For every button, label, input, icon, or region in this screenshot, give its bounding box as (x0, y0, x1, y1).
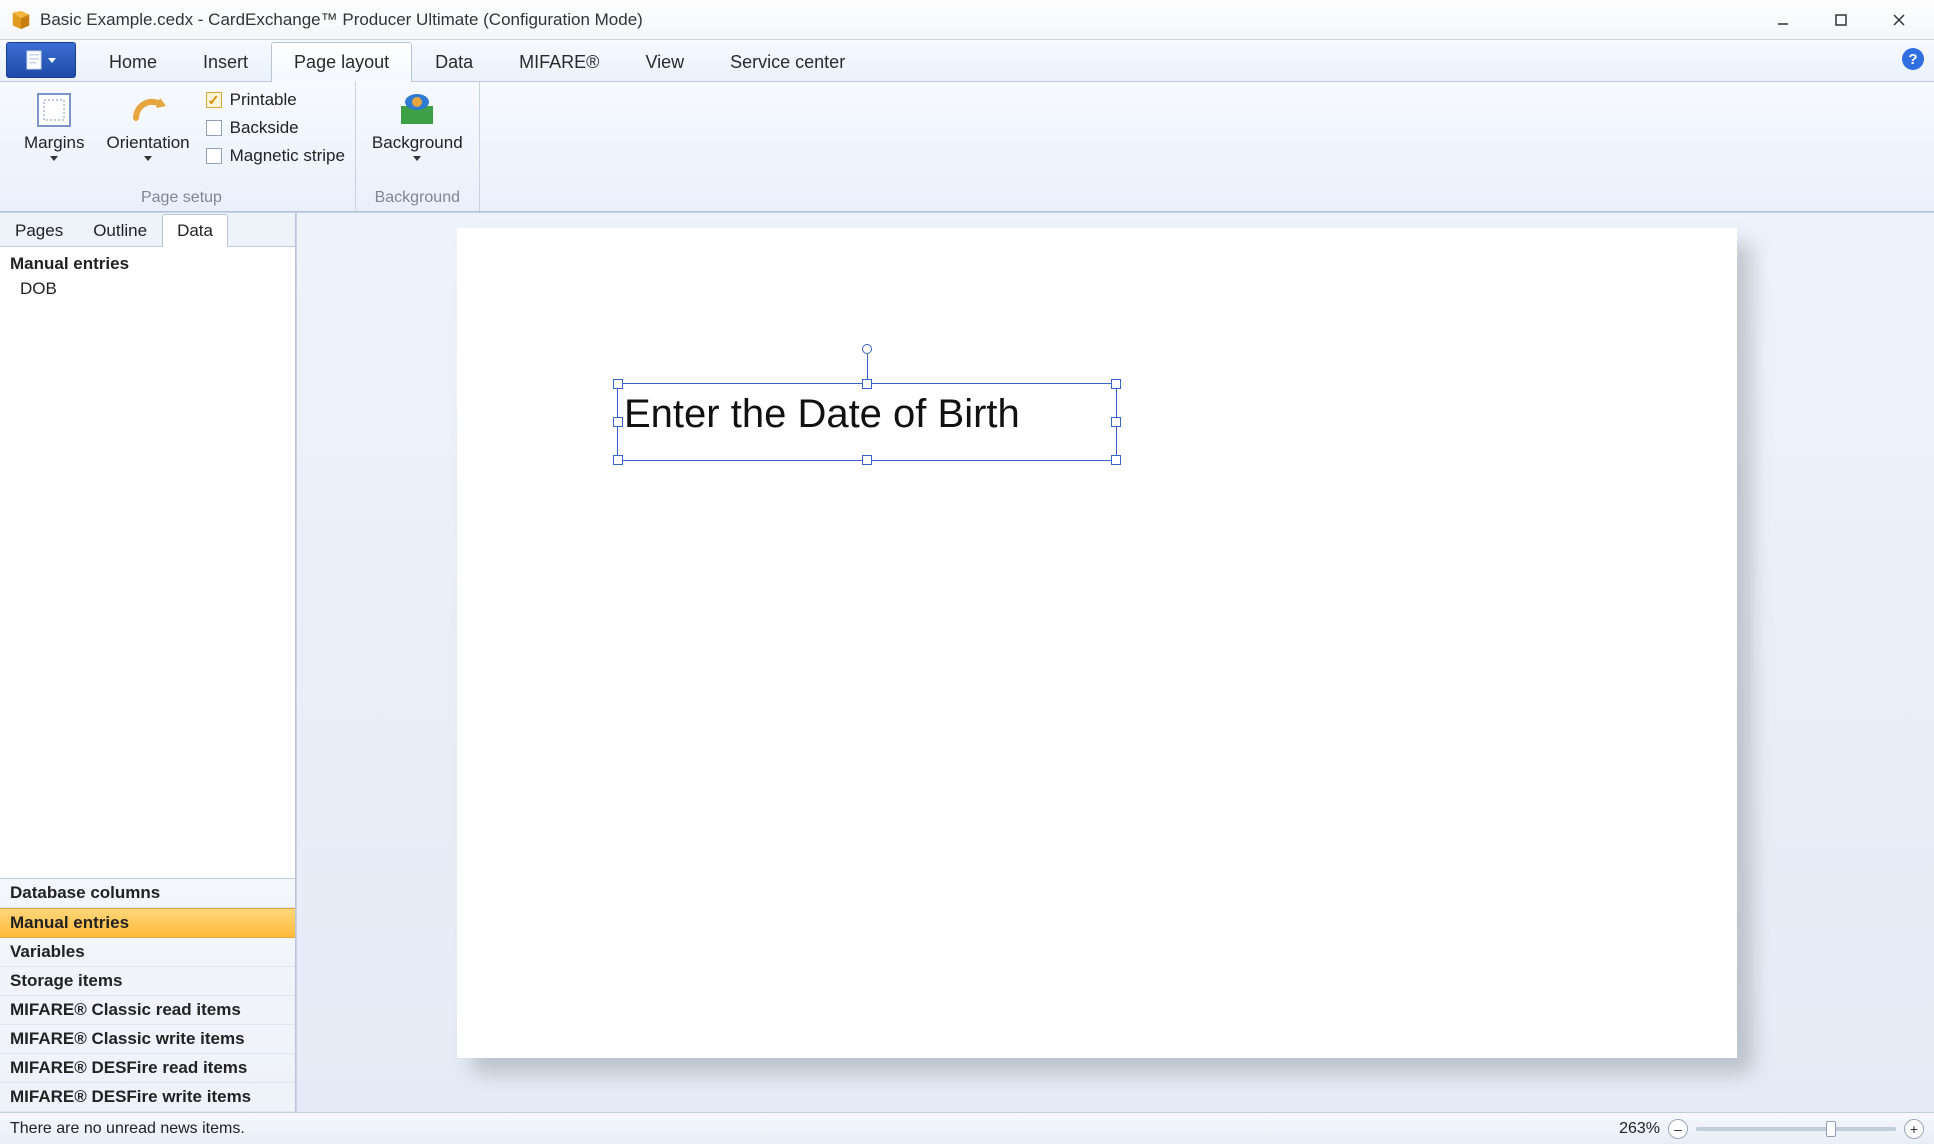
category-storage-items[interactable]: Storage items (0, 967, 295, 996)
margins-icon (32, 88, 76, 132)
printable-label: Printable (230, 90, 297, 110)
ribbon-tab-service-center[interactable]: Service center (707, 42, 868, 82)
page-icon (26, 50, 42, 70)
resize-handle-tr[interactable] (1111, 379, 1121, 389)
ribbon-tab-strip: Home Insert Page layout Data MIFARE® Vie… (0, 40, 1934, 82)
printable-checkbox[interactable]: Printable (206, 90, 345, 110)
left-tab-pages[interactable]: Pages (0, 214, 78, 247)
ribbon-group-page-setup: Margins Orientation Printable Backside (8, 82, 356, 211)
design-canvas[interactable]: Enter the Date of Birth (296, 213, 1934, 1112)
ribbon-group-background: Background Background (356, 82, 480, 211)
category-mifare-desfire-write[interactable]: MIFARE® DESFire write items (0, 1083, 295, 1112)
checkbox-icon (206, 92, 222, 108)
ribbon-tab-mifare[interactable]: MIFARE® (496, 42, 622, 82)
category-mifare-desfire-read[interactable]: MIFARE® DESFire read items (0, 1054, 295, 1083)
help-icon[interactable]: ? (1902, 48, 1924, 70)
resize-handle-bm[interactable] (862, 455, 872, 465)
minimize-button[interactable] (1754, 2, 1812, 38)
resize-handle-ml[interactable] (613, 417, 623, 427)
magnetic-stripe-checkbox[interactable]: Magnetic stripe (206, 146, 345, 166)
close-button[interactable] (1870, 2, 1928, 38)
left-panel-tabs: Pages Outline Data (0, 213, 295, 247)
margins-button[interactable]: Margins (18, 86, 90, 163)
status-bar: There are no unread news items. 263% – + (0, 1112, 1934, 1144)
group-label-background: Background (375, 189, 460, 209)
chevron-down-icon (144, 156, 152, 161)
background-label: Background (372, 134, 463, 153)
ribbon-tab-view[interactable]: View (622, 42, 707, 82)
resize-handle-br[interactable] (1111, 455, 1121, 465)
title-bar: Basic Example.cedx - CardExchange™ Produ… (0, 0, 1934, 40)
ribbon-tab-data[interactable]: Data (412, 42, 496, 82)
window-title: Basic Example.cedx - CardExchange™ Produ… (40, 10, 643, 30)
zoom-in-button[interactable]: + (1904, 1119, 1924, 1139)
checkbox-icon (206, 148, 222, 164)
left-tab-outline[interactable]: Outline (78, 214, 162, 247)
card-surface[interactable]: Enter the Date of Birth (457, 228, 1737, 1058)
ribbon-content: Margins Orientation Printable Backside (0, 82, 1934, 212)
category-variables[interactable]: Variables (0, 938, 295, 967)
category-manual-entries[interactable]: Manual entries (0, 908, 295, 938)
zoom-slider-thumb[interactable] (1826, 1121, 1836, 1137)
ribbon-tab-insert[interactable]: Insert (180, 42, 271, 82)
backside-label: Backside (230, 118, 299, 138)
chevron-down-icon (50, 156, 58, 161)
margins-label: Margins (24, 134, 84, 153)
left-tab-data[interactable]: Data (162, 214, 228, 247)
category-mifare-classic-write[interactable]: MIFARE® Classic write items (0, 1025, 295, 1054)
manual-entries-heading: Manual entries (0, 251, 295, 277)
zoom-out-button[interactable]: – (1668, 1119, 1688, 1139)
checkbox-icon (206, 120, 222, 136)
chevron-down-icon (413, 156, 421, 161)
left-panel-categories: Database columns Manual entries Variable… (0, 878, 295, 1112)
background-button[interactable]: Background (366, 86, 469, 163)
resize-handle-bl[interactable] (613, 455, 623, 465)
left-panel-content: Manual entries DOB (0, 247, 295, 878)
resize-handle-mr[interactable] (1111, 417, 1121, 427)
orientation-icon (126, 88, 170, 132)
text-content: Enter the Date of Birth (624, 392, 1020, 437)
backside-checkbox[interactable]: Backside (206, 118, 345, 138)
magnetic-stripe-label: Magnetic stripe (230, 146, 345, 166)
manual-entry-item[interactable]: DOB (0, 277, 295, 301)
zoom-controls: 263% – + (1619, 1119, 1924, 1139)
main-body: Pages Outline Data Manual entries DOB Da… (0, 212, 1934, 1112)
resize-handle-tl[interactable] (613, 379, 623, 389)
background-icon (395, 88, 439, 132)
category-mifare-classic-read[interactable]: MIFARE® Classic read items (0, 996, 295, 1025)
ribbon-tab-page-layout[interactable]: Page layout (271, 42, 412, 82)
app-icon (10, 9, 32, 31)
zoom-slider[interactable] (1696, 1127, 1896, 1131)
category-database-columns[interactable]: Database columns (0, 879, 295, 908)
ribbon-tab-home[interactable]: Home (86, 42, 180, 82)
orientation-label: Orientation (106, 134, 189, 153)
status-news: There are no unread news items. (10, 1120, 245, 1138)
rotation-connector (867, 354, 868, 379)
chevron-down-icon (48, 58, 56, 63)
selected-text-object[interactable]: Enter the Date of Birth (617, 383, 1117, 461)
orientation-button[interactable]: Orientation (100, 86, 195, 163)
group-label-page-setup: Page setup (141, 189, 222, 209)
resize-handle-tm[interactable] (862, 379, 872, 389)
left-panel: Pages Outline Data Manual entries DOB Da… (0, 213, 296, 1112)
zoom-value: 263% (1619, 1120, 1660, 1138)
rotation-handle[interactable] (862, 344, 872, 354)
file-menu[interactable] (6, 42, 76, 78)
maximize-button[interactable] (1812, 2, 1870, 38)
